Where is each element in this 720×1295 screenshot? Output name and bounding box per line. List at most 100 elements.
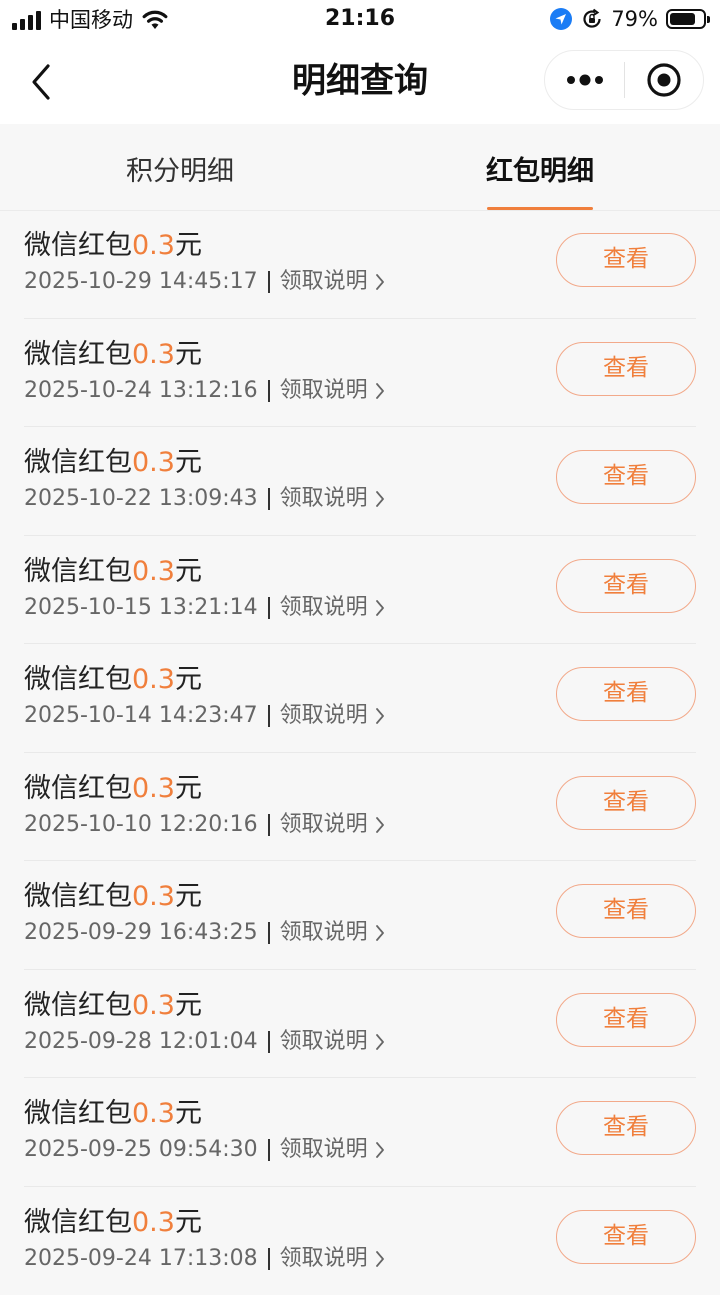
signal-icon bbox=[12, 10, 41, 30]
list-item: 微信红包0.3元 2025-10-15 13:21:14 领取说明 查看 bbox=[24, 536, 696, 645]
claim-instructions-link[interactable]: 领取说明 bbox=[280, 1134, 368, 1166]
record-amount: 0.3 bbox=[132, 447, 175, 478]
claim-instructions-link[interactable]: 领取说明 bbox=[280, 809, 368, 841]
record-title-text: 微信红包 bbox=[24, 556, 132, 587]
record-datetime: 2025-10-24 13:12:16 bbox=[24, 375, 258, 407]
record-unit: 元 bbox=[175, 230, 202, 261]
redpacket-record-list: 微信红包0.3元 2025-10-29 14:45:17 领取说明 查看 微信红… bbox=[0, 210, 720, 1295]
miniprogram-capsule bbox=[544, 50, 704, 110]
chevron-left-icon bbox=[22, 60, 66, 104]
claim-instructions-link[interactable]: 领取说明 bbox=[280, 483, 368, 515]
list-item: 微信红包0.3元 2025-10-29 14:45:17 领取说明 查看 bbox=[24, 210, 696, 319]
rotation-lock-icon bbox=[581, 8, 603, 30]
chevron-right-icon bbox=[374, 272, 386, 292]
more-button[interactable] bbox=[545, 51, 624, 109]
close-miniprogram-button[interactable] bbox=[625, 51, 703, 109]
record-amount: 0.3 bbox=[132, 230, 175, 261]
view-button[interactable]: 查看 bbox=[556, 776, 696, 830]
meta-divider bbox=[268, 1248, 270, 1270]
record-unit: 元 bbox=[175, 447, 202, 478]
view-button[interactable]: 查看 bbox=[556, 559, 696, 613]
record-amount: 0.3 bbox=[132, 1098, 175, 1129]
record-amount: 0.3 bbox=[132, 990, 175, 1021]
meta-divider bbox=[268, 1139, 270, 1161]
claim-instructions-link[interactable]: 领取说明 bbox=[280, 375, 368, 407]
record-meta: 2025-09-28 12:01:04 领取说明 bbox=[24, 1026, 386, 1058]
meta-divider bbox=[268, 271, 270, 293]
chevron-right-icon bbox=[374, 598, 386, 618]
record-meta: 2025-09-25 09:54:30 领取说明 bbox=[24, 1134, 386, 1166]
chevron-right-icon bbox=[374, 1249, 386, 1269]
record-title: 微信红包0.3元 bbox=[24, 879, 202, 915]
tab-redpacket-detail[interactable]: 红包明细 bbox=[390, 124, 690, 210]
record-meta: 2025-10-10 12:20:16 领取说明 bbox=[24, 809, 386, 841]
record-datetime: 2025-10-29 14:45:17 bbox=[24, 266, 258, 298]
view-button[interactable]: 查看 bbox=[556, 233, 696, 287]
record-title: 微信红包0.3元 bbox=[24, 228, 202, 264]
record-datetime: 2025-09-25 09:54:30 bbox=[24, 1134, 258, 1166]
wifi-icon bbox=[141, 9, 169, 31]
back-button[interactable] bbox=[22, 60, 66, 104]
list-item: 微信红包0.3元 2025-09-28 12:01:04 领取说明 查看 bbox=[24, 970, 696, 1079]
record-meta: 2025-10-15 13:21:14 领取说明 bbox=[24, 592, 386, 624]
tab-points-detail[interactable]: 积分明细 bbox=[30, 124, 330, 210]
claim-instructions-link[interactable]: 领取说明 bbox=[280, 592, 368, 624]
claim-instructions-link[interactable]: 领取说明 bbox=[280, 1026, 368, 1058]
chevron-right-icon bbox=[374, 923, 386, 943]
meta-divider bbox=[268, 488, 270, 510]
record-title-text: 微信红包 bbox=[24, 230, 132, 261]
record-amount: 0.3 bbox=[132, 881, 175, 912]
record-meta: 2025-10-14 14:23:47 领取说明 bbox=[24, 700, 386, 732]
battery-percent: 79% bbox=[611, 7, 658, 31]
status-bar: 中国移动 21:16 79% bbox=[0, 0, 720, 40]
view-button[interactable]: 查看 bbox=[556, 993, 696, 1047]
view-button[interactable]: 查看 bbox=[556, 667, 696, 721]
record-unit: 元 bbox=[175, 339, 202, 370]
view-button[interactable]: 查看 bbox=[556, 1210, 696, 1264]
record-title-text: 微信红包 bbox=[24, 773, 132, 804]
chevron-right-icon bbox=[374, 381, 386, 401]
chevron-right-icon bbox=[374, 1140, 386, 1160]
record-datetime: 2025-09-24 17:13:08 bbox=[24, 1243, 258, 1275]
record-datetime: 2025-10-10 12:20:16 bbox=[24, 809, 258, 841]
list-item: 微信红包0.3元 2025-10-24 13:12:16 领取说明 查看 bbox=[24, 319, 696, 428]
meta-divider bbox=[268, 1031, 270, 1053]
record-title: 微信红包0.3元 bbox=[24, 445, 202, 481]
chevron-right-icon bbox=[374, 815, 386, 835]
meta-divider bbox=[268, 814, 270, 836]
claim-instructions-link[interactable]: 领取说明 bbox=[280, 266, 368, 298]
record-amount: 0.3 bbox=[132, 1207, 175, 1238]
record-title: 微信红包0.3元 bbox=[24, 1096, 202, 1132]
record-meta: 2025-10-24 13:12:16 领取说明 bbox=[24, 375, 386, 407]
carrier-name: 中国移动 bbox=[49, 8, 133, 32]
record-meta: 2025-10-29 14:45:17 领取说明 bbox=[24, 266, 386, 298]
view-button[interactable]: 查看 bbox=[556, 1101, 696, 1155]
meta-divider bbox=[268, 922, 270, 944]
list-item: 微信红包0.3元 2025-10-10 12:20:16 领取说明 查看 bbox=[24, 753, 696, 862]
location-icon bbox=[549, 7, 573, 31]
list-item: 微信红包0.3元 2025-09-29 16:43:25 领取说明 查看 bbox=[24, 861, 696, 970]
record-unit: 元 bbox=[175, 881, 202, 912]
list-item: 微信红包0.3元 2025-10-14 14:23:47 领取说明 查看 bbox=[24, 644, 696, 753]
record-datetime: 2025-09-29 16:43:25 bbox=[24, 917, 258, 949]
list-item: 微信红包0.3元 2025-10-22 13:09:43 领取说明 查看 bbox=[24, 427, 696, 536]
record-amount: 0.3 bbox=[132, 556, 175, 587]
claim-instructions-link[interactable]: 领取说明 bbox=[280, 700, 368, 732]
record-unit: 元 bbox=[175, 664, 202, 695]
record-datetime: 2025-09-28 12:01:04 bbox=[24, 1026, 258, 1058]
claim-instructions-link[interactable]: 领取说明 bbox=[280, 1243, 368, 1275]
record-meta: 2025-10-22 13:09:43 领取说明 bbox=[24, 483, 386, 515]
meta-divider bbox=[268, 380, 270, 402]
record-amount: 0.3 bbox=[132, 664, 175, 695]
record-title: 微信红包0.3元 bbox=[24, 662, 202, 698]
claim-instructions-link[interactable]: 领取说明 bbox=[280, 917, 368, 949]
record-unit: 元 bbox=[175, 1098, 202, 1129]
chevron-right-icon bbox=[374, 489, 386, 509]
tab-redpacket-label: 红包明细 bbox=[486, 156, 594, 187]
record-meta: 2025-09-24 17:13:08 领取说明 bbox=[24, 1243, 386, 1275]
view-button[interactable]: 查看 bbox=[556, 342, 696, 396]
record-unit: 元 bbox=[175, 773, 202, 804]
record-title: 微信红包0.3元 bbox=[24, 771, 202, 807]
view-button[interactable]: 查看 bbox=[556, 884, 696, 938]
view-button[interactable]: 查看 bbox=[556, 450, 696, 504]
